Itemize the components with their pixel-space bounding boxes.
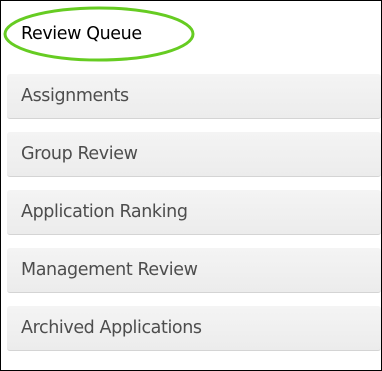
nav-item-archived-applications[interactable]: Archived Applications: [7, 306, 381, 351]
nav-item-assignments[interactable]: Assignments: [7, 74, 381, 119]
nav-item-group-review[interactable]: Group Review: [7, 132, 381, 177]
navigation-panel: Review Queue Assignments Group Review Ap…: [0, 0, 382, 371]
nav-item-management-review[interactable]: Management Review: [7, 248, 381, 293]
nav-item-application-ranking[interactable]: Application Ranking: [7, 190, 381, 235]
sidebar-nav: Review Queue Assignments Group Review Ap…: [1, 1, 381, 370]
nav-item-review-queue[interactable]: Review Queue: [7, 11, 381, 56]
